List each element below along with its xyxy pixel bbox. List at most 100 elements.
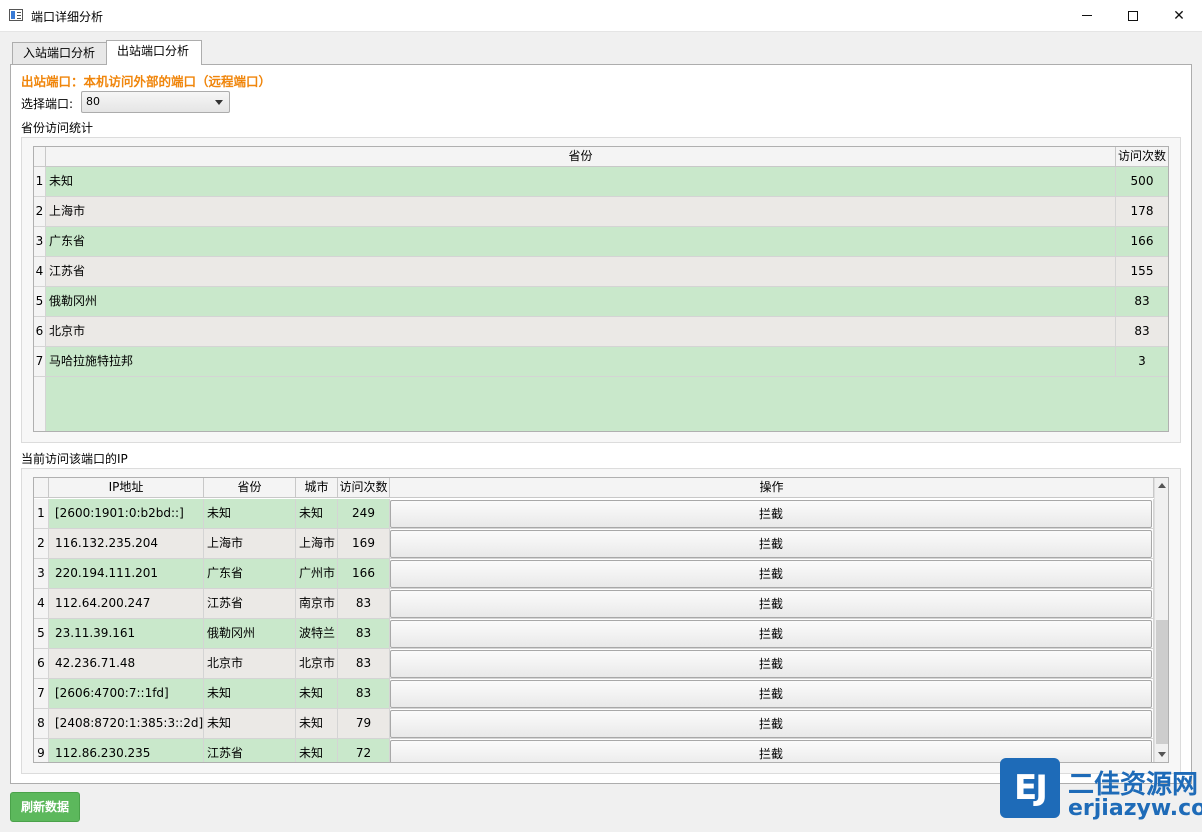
ip-cell: [2600:1901:0:b2bd::] [49,499,204,529]
province-column-header[interactable]: 省份 [46,147,1116,167]
ip-province-cell: 未知 [204,709,296,739]
minimize-icon [1082,15,1092,16]
table-row[interactable]: 7 马哈拉施特拉邦 3 [34,347,1168,377]
table-row[interactable]: 4 112.64.200.247 江苏省 南京市 83 拦截 [34,589,1154,619]
watermark-logo: EJ [1000,758,1060,818]
table-row[interactable]: 4 江苏省 155 [34,257,1168,287]
action-cell: 拦截 [390,529,1154,559]
row-number: 7 [34,347,46,377]
province-cell: 广东省 [46,227,1116,257]
table-row[interactable]: 2 116.132.235.204 上海市 上海市 169 拦截 [34,529,1154,559]
count-cell: 178 [1116,197,1168,227]
row-number: 3 [34,559,49,589]
ip-table: IP地址 省份 城市 访问次数 操作 1 [2600:1901:0:b2bd::]… [33,477,1169,763]
table-row[interactable]: 8 [2408:8720:1:385:3::2d] 未知 未知 79 拦截 [34,709,1154,739]
minimize-button[interactable] [1064,0,1110,31]
province-table-corner [34,147,46,167]
table-row[interactable]: 9 112.86.230.235 江苏省 未知 72 拦截 [34,739,1154,762]
action-cell: 拦截 [390,559,1154,589]
action-column-header[interactable]: 操作 [390,478,1154,498]
refresh-data-button[interactable]: 刷新数据 [10,792,80,822]
block-ip-button[interactable]: 拦截 [390,530,1152,558]
close-button[interactable]: ✕ [1156,0,1202,31]
row-number: 2 [34,197,46,227]
ip-cell: 112.64.200.247 [49,589,204,619]
table-row[interactable]: 6 北京市 83 [34,317,1168,347]
block-ip-button[interactable]: 拦截 [390,620,1152,648]
ip-cell: [2606:4700:7::1fd] [49,679,204,709]
row-number: 4 [34,589,49,619]
city-column-header[interactable]: 城市 [296,478,338,498]
count-cell: 500 [1116,167,1168,197]
city-cell: 广州市 [296,559,338,589]
tab-outbound[interactable]: 出站端口分析 [106,40,202,65]
table-row[interactable]: 1 [2600:1901:0:b2bd::] 未知 未知 249 拦截 [34,499,1154,529]
ip-province-column-header[interactable]: 省份 [204,478,296,498]
table-row[interactable]: 3 广东省 166 [34,227,1168,257]
ip-cell: 23.11.39.161 [49,619,204,649]
watermark-en-text: erjiazyw.com [1068,796,1202,821]
count-cell: 155 [1116,257,1168,287]
block-ip-button[interactable]: 拦截 [390,680,1152,708]
province-table: 省份 访问次数 1 未知 500 2 上海市 178 3 广东省 166 4 江苏省 155 5 俄勒冈州… [33,146,1169,432]
city-cell: 北京市 [296,649,338,679]
count-cell: 83 [1116,287,1168,317]
port-select[interactable]: 80 [81,91,230,113]
table-row[interactable]: 3 220.194.111.201 广东省 广州市 166 拦截 [34,559,1154,589]
table-row[interactable]: 1 未知 500 [34,167,1168,197]
province-table-rownum-filler [34,377,46,431]
ip-table-vertical-scrollbar[interactable] [1154,478,1168,762]
row-number: 6 [34,317,46,347]
maximize-button[interactable] [1110,0,1156,31]
province-cell: 北京市 [46,317,1116,347]
ip-cell: 220.194.111.201 [49,559,204,589]
scroll-up-icon[interactable] [1158,483,1166,488]
row-number: 1 [34,499,49,529]
ip-count-cell: 169 [338,529,390,559]
window-title: 端口详细分析 [31,10,104,24]
block-ip-button[interactable]: 拦截 [390,590,1152,618]
block-ip-button[interactable]: 拦截 [390,560,1152,588]
province-cell: 马哈拉施特拉邦 [46,347,1116,377]
site-watermark: EJ 二佳资源网 erjiazyw.com [1000,758,1202,828]
table-row[interactable]: 2 上海市 178 [34,197,1168,227]
outbound-heading: 出站端口：本机访问外部的端口（远程端口） [21,74,272,89]
port-select-value: 80 [86,95,100,108]
ip-province-cell: 广东省 [204,559,296,589]
row-number: 1 [34,167,46,197]
ip-province-cell: 北京市 [204,649,296,679]
count-cell: 166 [1116,227,1168,257]
count-column-header[interactable]: 访问次数 [1116,147,1168,167]
province-table-empty-area [46,377,1168,431]
action-cell: 拦截 [390,709,1154,739]
ip-cell: 112.86.230.235 [49,739,204,762]
scrollbar-thumb[interactable] [1156,620,1168,744]
province-cell: 上海市 [46,197,1116,227]
block-ip-button[interactable]: 拦截 [390,500,1152,528]
ip-province-cell: 江苏省 [204,739,296,762]
table-row[interactable]: 7 [2606:4700:7::1fd] 未知 未知 83 拦截 [34,679,1154,709]
row-number: 4 [34,257,46,287]
ip-count-column-header[interactable]: 访问次数 [338,478,390,498]
ip-province-cell: 上海市 [204,529,296,559]
block-ip-button[interactable]: 拦截 [390,650,1152,678]
action-cell: 拦截 [390,619,1154,649]
tab-inbound[interactable]: 入站端口分析 [12,42,107,64]
ip-count-cell: 249 [338,499,390,529]
table-row[interactable]: 5 俄勒冈州 83 [34,287,1168,317]
block-ip-button[interactable]: 拦截 [390,710,1152,738]
ip-table-corner [34,478,49,498]
row-number: 8 [34,709,49,739]
ip-count-cell: 72 [338,739,390,762]
row-number: 3 [34,227,46,257]
scroll-down-icon[interactable] [1158,752,1166,757]
row-number: 7 [34,679,49,709]
chevron-down-icon [215,100,223,105]
city-cell: 未知 [296,679,338,709]
province-cell: 未知 [46,167,1116,197]
action-cell: 拦截 [390,649,1154,679]
table-row[interactable]: 6 42.236.71.48 北京市 北京市 83 拦截 [34,649,1154,679]
ip-column-header[interactable]: IP地址 [49,478,204,498]
table-row[interactable]: 5 23.11.39.161 俄勒冈州 波特兰 83 拦截 [34,619,1154,649]
count-cell: 83 [1116,317,1168,347]
